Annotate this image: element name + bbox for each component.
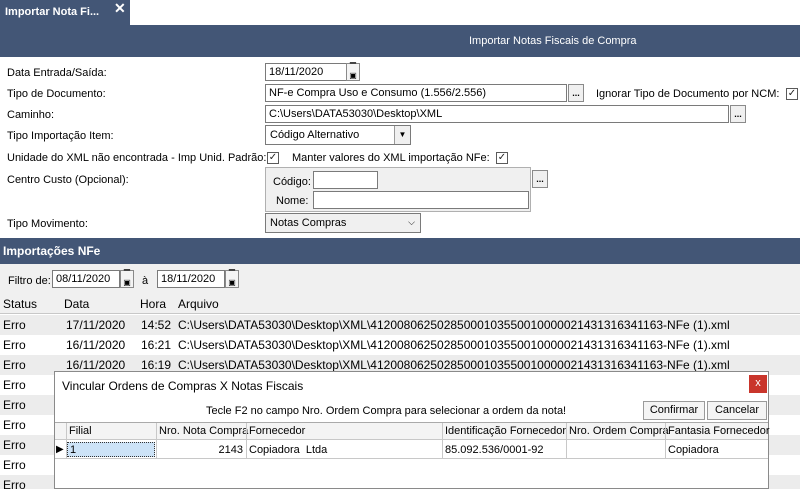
column-header[interactable]: Data bbox=[64, 297, 89, 311]
ignorar-ncm-checkbox[interactable]: ✓ bbox=[786, 88, 798, 100]
imports-table-header: Status Data Hora Arquivo bbox=[0, 294, 800, 314]
tipo-documento-label: Tipo de Documento: bbox=[7, 88, 106, 100]
calendar-icon[interactable]: ▔ ▣ bbox=[120, 270, 134, 288]
tipo-importacao-value: Código Alternativo bbox=[270, 129, 360, 141]
filtro-label: Filtro de: bbox=[8, 275, 51, 287]
calendar-icon[interactable]: ▔ ▣ bbox=[346, 63, 360, 81]
importacoes-section-bar: Importações NFe bbox=[0, 238, 800, 264]
manter-valores-label: Manter valores do XML importação NFe: bbox=[292, 152, 490, 164]
filtro-separator: à bbox=[142, 275, 149, 287]
section-title: Importações NFe bbox=[3, 244, 101, 258]
data-entrada-label: Data Entrada/Saída: bbox=[7, 67, 107, 79]
caminho-browse-button[interactable]: ... bbox=[730, 105, 746, 123]
caminho-label: Caminho: bbox=[7, 109, 55, 121]
unidade-xml-checkbox[interactable]: ✓ bbox=[267, 152, 279, 164]
status-cell: Erro bbox=[3, 318, 26, 332]
status-cell: Erro bbox=[3, 478, 26, 489]
close-icon[interactable]: x bbox=[749, 375, 767, 393]
manter-valores-checkbox[interactable]: ✓ bbox=[496, 152, 508, 164]
column-header[interactable]: Nro. Nota Compra bbox=[159, 425, 248, 437]
status-cell: Erro bbox=[3, 358, 26, 372]
tipo-movimento-label: Tipo Movimento: bbox=[7, 218, 88, 230]
caminho-field[interactable]: C:\Users\DATA53030\Desktop\XML bbox=[265, 105, 729, 123]
tipo-movimento-value: Notas Compras bbox=[270, 217, 347, 229]
table-row[interactable]: Erro 17/11/2020 14:52 C:\Users\DATA53030\De… bbox=[0, 315, 800, 335]
column-header[interactable]: Filial bbox=[69, 425, 92, 437]
tab-importar-nota[interactable]: Importar Nota Fi... ✕ bbox=[0, 0, 130, 25]
dialog-table: Filial Nro. Nota Compra Fornecedor Ident… bbox=[55, 422, 770, 488]
status-cell: Erro bbox=[3, 378, 26, 392]
arquivo-cell: C:\Users\DATA53030\Desktop\XML\412008062… bbox=[178, 358, 730, 372]
tipo-importacao-select[interactable]: Código Alternativo ▼ bbox=[265, 125, 411, 145]
tab-strip: Importar Nota Fi... ✕ bbox=[0, 0, 800, 25]
data-cell: 17/11/2020 bbox=[66, 318, 126, 332]
tipo-documento-field[interactable]: NF-e Compra Uso e Consumo (1.556/2.556) bbox=[265, 84, 567, 102]
unidade-xml-label: Unidade do XML não encontrada - Imp Unid… bbox=[7, 152, 267, 164]
tipo-importacao-label: Tipo Importação Item: bbox=[7, 130, 114, 142]
tab-label: Importar Nota Fi... bbox=[5, 6, 100, 18]
cancel-button[interactable]: Cancelar bbox=[707, 401, 767, 420]
data-cell: 16/11/2020 bbox=[66, 338, 126, 352]
status-cell: Erro bbox=[3, 438, 26, 452]
tipo-documento-lookup-button[interactable]: ... bbox=[568, 84, 584, 102]
dialog-hint: Tecle F2 no campo Nro. Ordem Compra para… bbox=[206, 405, 567, 417]
ignorar-ncm-label: Ignorar Tipo de Documento por NCM: bbox=[596, 88, 780, 100]
column-header[interactable]: Arquivo bbox=[178, 297, 219, 311]
centro-custo-lookup-button[interactable]: ... bbox=[532, 170, 548, 188]
column-header[interactable]: Fantasia Fornecedor bbox=[668, 425, 770, 437]
table-row[interactable]: ▶ 1 2143 Copiadora Ltda 85.092.536/0001-… bbox=[55, 441, 768, 459]
dialog-title: Vincular Ordens de Compras X Notas Fisca… bbox=[62, 379, 304, 393]
arquivo-cell: C:\Users\DATA53030\Desktop\XML\412008062… bbox=[178, 338, 730, 352]
filtro-to-field[interactable]: 18/11/2020 bbox=[157, 270, 225, 288]
nro-nota-cell[interactable]: 2143 bbox=[157, 444, 243, 456]
filial-cell[interactable]: 1 bbox=[67, 442, 155, 457]
hora-cell: 16:19 bbox=[141, 358, 172, 372]
column-header[interactable]: Hora bbox=[140, 297, 166, 311]
tipo-movimento-select[interactable]: Notas Compras ⌵ bbox=[265, 213, 421, 233]
nome-label: Nome: bbox=[276, 195, 309, 207]
status-cell: Erro bbox=[3, 458, 26, 472]
vincular-ordens-dialog: Vincular Ordens de Compras X Notas Fisca… bbox=[54, 371, 770, 489]
data-cell: 16/11/2020 bbox=[66, 358, 126, 372]
chevron-down-icon[interactable]: ▼ bbox=[394, 126, 410, 144]
page-header: Importar Notas Fiscais de Compra bbox=[0, 25, 800, 57]
column-header[interactable]: Identificação Fornecedor bbox=[445, 425, 566, 437]
calendar-icon[interactable]: ▔ ▣ bbox=[225, 270, 239, 288]
identificacao-cell[interactable]: 85.092.536/0001-92 bbox=[445, 444, 543, 456]
nome-field[interactable] bbox=[313, 191, 529, 209]
centro-custo-label: Centro Custo (Opcional): bbox=[7, 174, 129, 186]
fornecedor-cell[interactable]: Copiadora Ltda bbox=[249, 444, 327, 456]
table-row[interactable]: Erro 16/11/2020 16:21 C:\Users\DATA53030\De… bbox=[0, 335, 800, 355]
arquivo-cell: C:\Users\DATA53030\Desktop\XML\412008062… bbox=[178, 318, 730, 332]
chevron-down-icon[interactable]: ⌵ bbox=[408, 217, 415, 228]
status-cell: Erro bbox=[3, 338, 26, 352]
status-cell: Erro bbox=[3, 418, 26, 432]
hora-cell: 14:52 bbox=[141, 318, 172, 332]
codigo-label: Código: bbox=[273, 176, 311, 188]
data-entrada-field[interactable]: 18/11/2020 bbox=[265, 63, 347, 81]
filtro-from-field[interactable]: 08/11/2020 bbox=[52, 270, 120, 288]
status-cell: Erro bbox=[3, 398, 26, 412]
close-icon[interactable]: ✕ bbox=[114, 0, 126, 17]
column-header[interactable]: Nro. Ordem Compra bbox=[569, 425, 669, 437]
column-header[interactable]: Status bbox=[3, 297, 37, 311]
codigo-field[interactable] bbox=[313, 171, 378, 189]
column-header[interactable]: Fornecedor bbox=[249, 425, 305, 437]
hora-cell: 16:21 bbox=[141, 338, 172, 352]
fantasia-cell[interactable]: Copiadora bbox=[668, 444, 719, 456]
confirm-button[interactable]: Confirmar bbox=[643, 401, 705, 420]
row-pointer-icon: ▶ bbox=[56, 444, 64, 455]
page-title: Importar Notas Fiscais de Compra bbox=[469, 35, 637, 47]
